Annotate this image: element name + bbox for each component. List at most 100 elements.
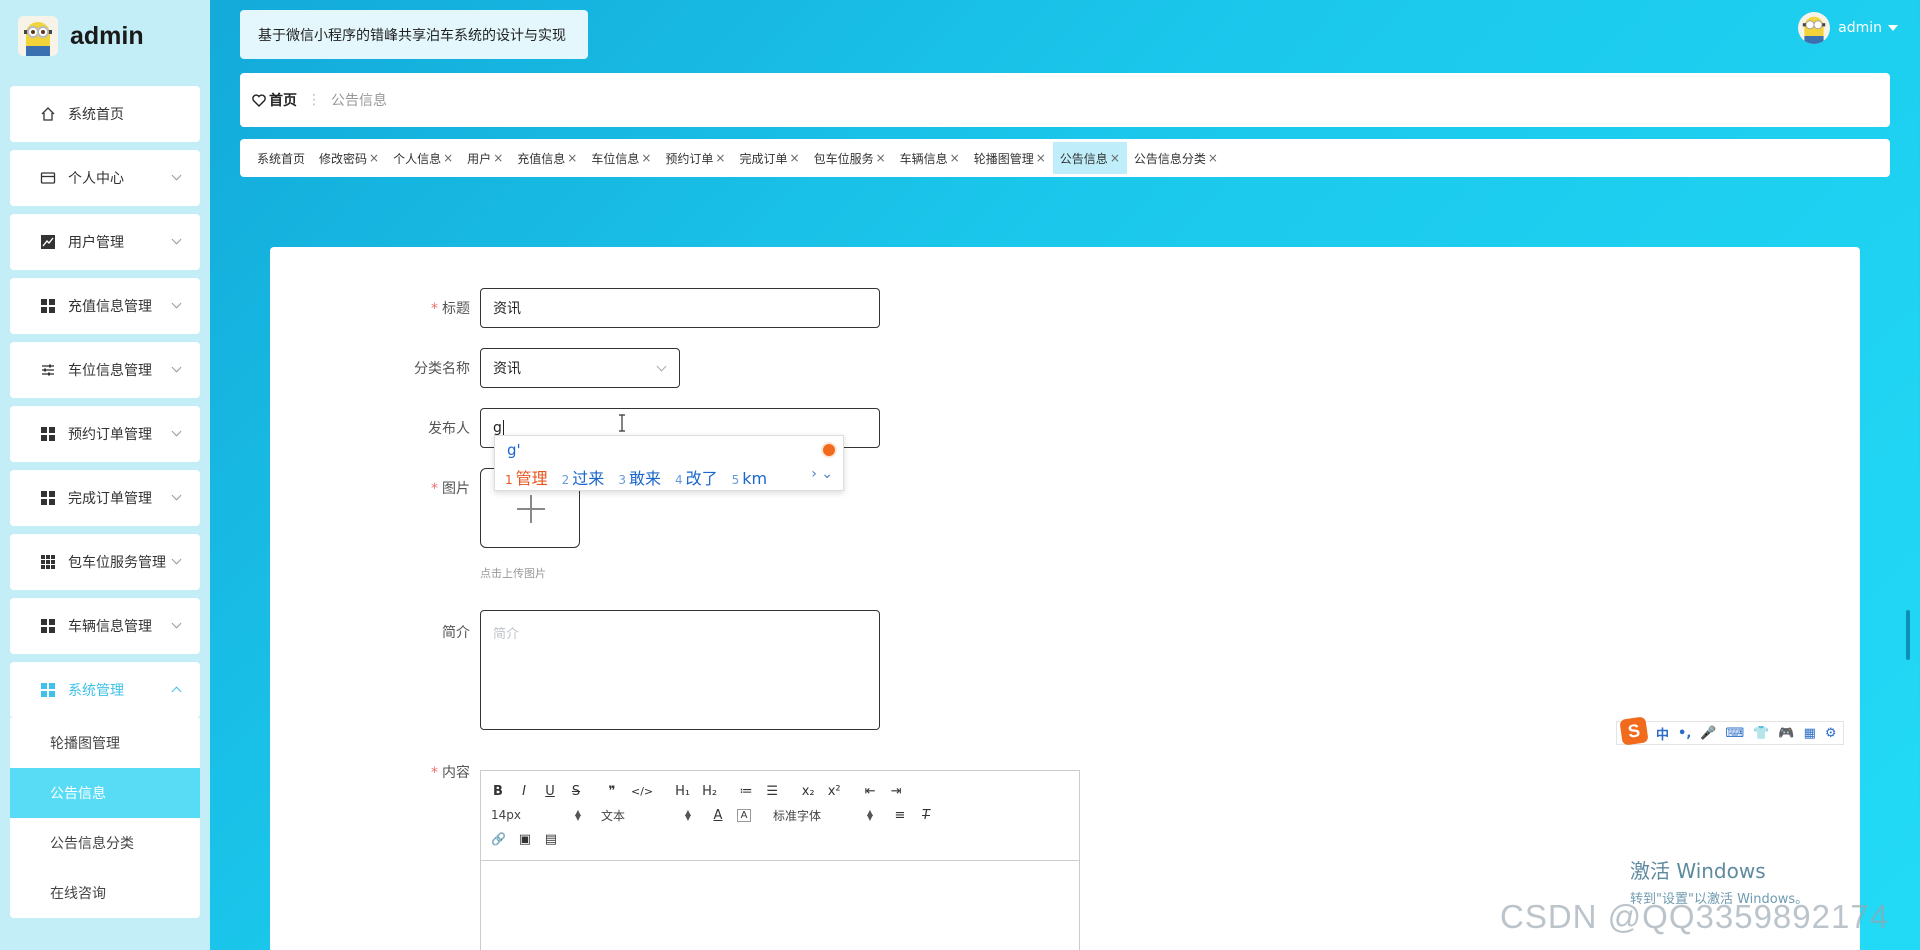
image-icon[interactable]: ▣: [518, 832, 532, 847]
sogou-logo-icon[interactable]: S: [1619, 716, 1649, 746]
tab-label: 车位信息: [591, 151, 640, 166]
ordered-list-button[interactable]: ≔: [739, 784, 753, 799]
close-icon[interactable]: ×: [715, 151, 725, 165]
close-icon[interactable]: ×: [443, 151, 453, 165]
sidebar-item-users[interactable]: 用户管理: [10, 214, 200, 270]
tab-users[interactable]: 用户 ×: [460, 142, 510, 174]
ime-candidate[interactable]: 3 敢来: [618, 465, 661, 489]
sidebar-subitem-notice[interactable]: 公告信息: [10, 768, 200, 818]
background-color-icon[interactable]: A: [737, 808, 751, 822]
subscript-button[interactable]: x₂: [801, 784, 815, 799]
user-menu[interactable]: admin: [1798, 12, 1898, 44]
tab-recharge[interactable]: 充值信息 ×: [510, 142, 584, 174]
tab-home[interactable]: 系统首页: [250, 142, 312, 174]
keyboard-icon[interactable]: ⌨: [1725, 726, 1744, 741]
sidebar-item-recharge[interactable]: 充值信息管理: [10, 278, 200, 334]
underline-button[interactable]: U: [543, 784, 557, 799]
microphone-icon[interactable]: 🎤: [1700, 726, 1716, 741]
blockquote-button[interactable]: ❞: [605, 784, 619, 799]
outdent-button[interactable]: ⇤: [863, 784, 877, 799]
sidebar-item-completed-orders[interactable]: 完成订单管理: [10, 470, 200, 526]
sidebar-item-home[interactable]: 系统首页: [10, 86, 200, 142]
toolbox-icon[interactable]: ▦: [1804, 726, 1816, 741]
tab-completed-orders[interactable]: 完成订单 ×: [732, 142, 806, 174]
italic-button[interactable]: I: [517, 784, 531, 799]
sidebar-subitem-consult[interactable]: 在线咨询: [10, 868, 200, 918]
strike-button[interactable]: S: [569, 784, 583, 799]
close-icon[interactable]: ×: [1036, 151, 1046, 165]
tab-personal-info[interactable]: 个人信息 ×: [386, 142, 460, 174]
candidate-text: 敢来: [628, 469, 661, 488]
header2-button[interactable]: H₂: [702, 784, 717, 799]
sidebar-item-reservation[interactable]: 预约订单管理: [10, 406, 200, 462]
breadcrumb-home[interactable]: 首页: [252, 90, 297, 110]
tab-reservation[interactable]: 预约订单 ×: [658, 142, 732, 174]
clear-format-icon[interactable]: T: [919, 808, 933, 823]
title-input[interactable]: 资讯: [480, 288, 880, 328]
header1-button[interactable]: H₁: [675, 784, 690, 799]
ime-candidate[interactable]: 2 过来: [562, 465, 605, 489]
title-label: * 标题: [270, 298, 470, 318]
close-icon[interactable]: ×: [493, 151, 503, 165]
ime-candidate[interactable]: 1 管理: [505, 465, 548, 489]
minion-icon: [1802, 16, 1826, 44]
tab-vehicles[interactable]: 车辆信息 ×: [893, 142, 967, 174]
ime-candidate[interactable]: 4 改了: [675, 465, 718, 489]
video-icon[interactable]: ▤: [544, 832, 558, 847]
close-icon[interactable]: ×: [1110, 151, 1120, 165]
category-select[interactable]: 资讯: [480, 348, 680, 388]
chevron-down-icon: [171, 234, 182, 245]
sidebar-item-label: 车位信息管理: [68, 363, 152, 379]
notice-form-card: * 标题 资讯 分类名称 资讯 发布人 g * 图片 点击上传图片 简介 简介 * 内…: [270, 247, 1860, 950]
close-icon[interactable]: ×: [876, 151, 886, 165]
category-label: 分类名称: [414, 361, 470, 377]
bold-button[interactable]: B: [491, 784, 505, 799]
tab-carousel[interactable]: 轮播图管理 ×: [967, 142, 1053, 174]
font-color-icon[interactable]: A: [711, 808, 725, 823]
close-icon[interactable]: ×: [641, 151, 651, 165]
tab-notice[interactable]: 公告信息 ×: [1052, 142, 1127, 174]
sidebar-item-system[interactable]: 系统管理: [10, 662, 200, 718]
ime-candidate[interactable]: 5 km: [732, 469, 768, 488]
indent-button[interactable]: ⇥: [889, 784, 903, 799]
superscript-button[interactable]: x²: [827, 784, 841, 799]
font-family-select[interactable]: 标准字体 ▲ ▼: [773, 807, 873, 824]
candidate-number: 3: [618, 473, 626, 487]
tab-parking-space[interactable]: 车位信息 ×: [584, 142, 658, 174]
sidebar-item-parking-space[interactable]: 车位信息管理: [10, 342, 200, 398]
sidebar-item-vehicles[interactable]: 车辆信息管理: [10, 598, 200, 654]
chevron-down-icon: [656, 361, 667, 372]
ibeam-cursor-icon: [619, 414, 625, 432]
settings-icon[interactable]: ⚙: [1825, 726, 1837, 741]
sidebar-item-label: 包车位服务管理: [68, 555, 166, 571]
breadcrumb: 首页 ⋮ 公告信息: [240, 73, 1890, 127]
scrollbar[interactable]: [1906, 610, 1910, 660]
tab-package-service[interactable]: 包车位服务 ×: [807, 142, 893, 174]
link-icon[interactable]: 🔗: [491, 832, 506, 846]
punctuation-icon[interactable]: •,: [1678, 726, 1691, 741]
code-block-button[interactable]: </>: [631, 785, 653, 798]
bullet-list-button[interactable]: ☰: [765, 784, 779, 799]
skin-icon[interactable]: 👕: [1753, 726, 1769, 741]
sidebar-item-package-service[interactable]: 包车位服务管理: [10, 534, 200, 590]
sidebar-subitem-carousel[interactable]: 轮播图管理: [10, 718, 200, 768]
intro-textarea[interactable]: 简介: [480, 610, 880, 730]
ime-next-page-button[interactable]: › ⌄: [811, 466, 833, 482]
close-icon[interactable]: ×: [950, 151, 960, 165]
close-icon[interactable]: ×: [567, 151, 577, 165]
game-icon[interactable]: 🎮: [1778, 726, 1794, 741]
sidebar-subitem-notice-category[interactable]: 公告信息分类: [10, 818, 200, 868]
close-icon[interactable]: ×: [369, 151, 379, 165]
close-icon[interactable]: ×: [790, 151, 800, 165]
tab-change-password[interactable]: 修改密码 ×: [312, 142, 386, 174]
close-icon[interactable]: ×: [1208, 151, 1218, 165]
font-size-select[interactable]: 14px ▲ ▼: [491, 808, 581, 822]
sidebar-item-personal[interactable]: 个人中心: [10, 150, 200, 206]
align-icon[interactable]: ≡: [893, 808, 907, 823]
tab-label: 轮播图管理: [973, 151, 1034, 166]
tab-notice-category[interactable]: 公告信息分类 ×: [1127, 142, 1225, 174]
ime-status-bar: S 中 •, 🎤 ⌨ 👕 🎮 ▦ ⚙: [1616, 716, 1844, 746]
ime-mode-chinese[interactable]: 中: [1656, 724, 1669, 743]
chevron-down-icon: [171, 362, 182, 373]
text-style-select[interactable]: 文本 ▲ ▼: [601, 807, 691, 824]
